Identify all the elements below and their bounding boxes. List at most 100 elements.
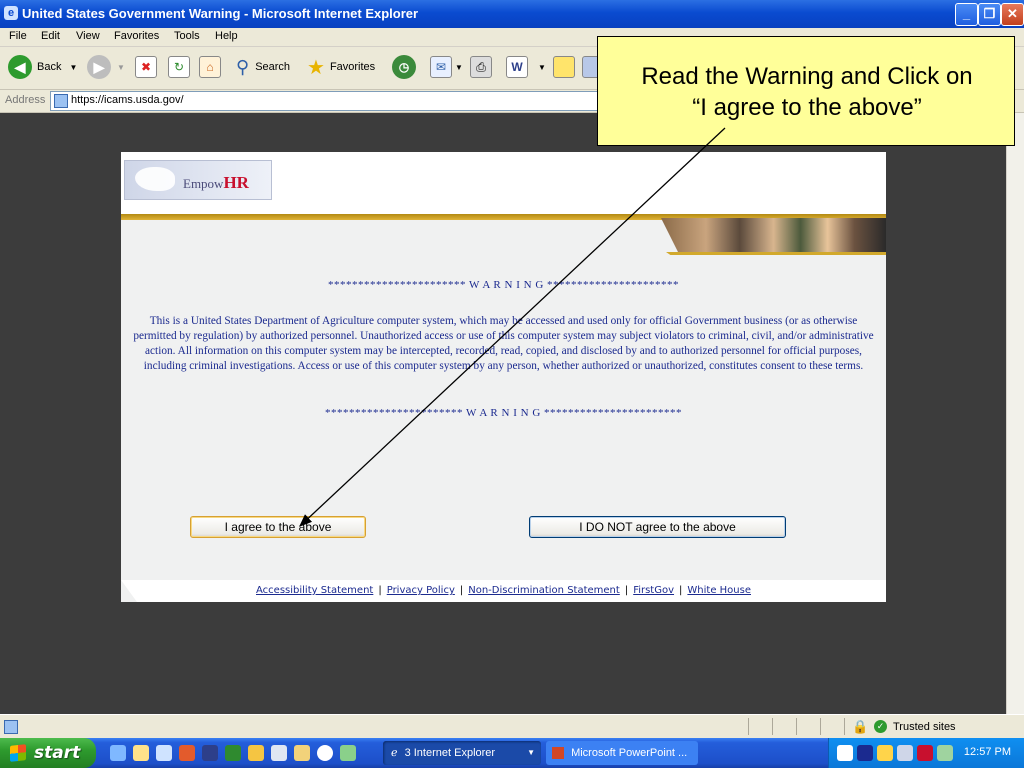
check-icon: ✓ bbox=[874, 720, 887, 733]
clock: 12:57 PM bbox=[963, 746, 1011, 758]
warning-page: EmpowHR *********************** W A R N … bbox=[121, 152, 886, 602]
photo-strip-underline bbox=[666, 252, 886, 255]
search-button[interactable]: ⚲ Search bbox=[236, 53, 290, 81]
discuss-button[interactable] bbox=[553, 53, 575, 81]
instruction-callout: Read the Warning and Click on “I agree t… bbox=[597, 36, 1015, 146]
page-status-icon bbox=[4, 720, 18, 734]
outlook-quicklaunch-icon[interactable] bbox=[179, 745, 195, 761]
chevron-down-icon: ▼ bbox=[117, 62, 125, 72]
powerpoint-icon bbox=[552, 747, 564, 760]
favorites-button[interactable]: ★ Favorites bbox=[307, 53, 375, 81]
window-title-bar: e United States Government Warning - Mic… bbox=[0, 0, 1024, 28]
search-label: Search bbox=[255, 61, 291, 73]
clock-quicklaunch-icon[interactable] bbox=[248, 745, 264, 761]
white-house-link[interactable]: White House bbox=[687, 585, 751, 596]
stop-icon: ✖ bbox=[135, 56, 157, 78]
restore-button[interactable]: ❐ bbox=[978, 3, 1001, 26]
menu-favorites[interactable]: Favorites bbox=[114, 30, 159, 42]
app-quicklaunch-icon[interactable] bbox=[340, 745, 356, 761]
window-title: United States Government Warning - Micro… bbox=[22, 6, 419, 21]
warning-heading-top: *********************** W A R N I N G **… bbox=[327, 279, 680, 291]
home-button[interactable]: ⌂ bbox=[199, 53, 221, 81]
disagree-button[interactable]: I DO NOT agree to the above bbox=[529, 516, 786, 538]
history-button[interactable]: ◷ bbox=[392, 53, 416, 81]
security-zone-text: Trusted sites bbox=[893, 721, 956, 733]
address-url: https://icams.usda.gov/ bbox=[71, 94, 184, 106]
favorites-label: Favorites bbox=[329, 61, 376, 73]
accessibility-link[interactable]: Accessibility Statement bbox=[256, 585, 373, 596]
menu-view[interactable]: View bbox=[76, 30, 100, 42]
firstgov-link[interactable]: FirstGov bbox=[633, 585, 674, 596]
refresh-icon: ↻ bbox=[168, 56, 190, 78]
tray-icon[interactable] bbox=[837, 745, 853, 761]
forward-button[interactable]: ▶ ▼ bbox=[87, 53, 125, 81]
page-icon bbox=[54, 94, 68, 108]
word-quicklaunch-icon[interactable] bbox=[133, 745, 149, 761]
tray-icon[interactable] bbox=[917, 745, 933, 761]
menu-file[interactable]: File bbox=[9, 30, 27, 42]
ie-task-icon: ℯ bbox=[391, 747, 398, 759]
windows-flag-icon bbox=[10, 744, 26, 762]
non-discrimination-link[interactable]: Non-Discrimination Statement bbox=[468, 585, 620, 596]
ie-icon: e bbox=[4, 6, 18, 20]
page-header: EmpowHR bbox=[121, 152, 886, 214]
browser-quicklaunch-icon[interactable] bbox=[156, 745, 172, 761]
back-button[interactable]: ◀ Back ▼ bbox=[8, 53, 77, 81]
media-quicklaunch-icon[interactable] bbox=[317, 745, 333, 761]
printer-icon: ⎙ bbox=[470, 56, 492, 78]
ie-quicklaunch-icon[interactable] bbox=[110, 745, 126, 761]
back-label: Back bbox=[37, 61, 62, 73]
privacy-link[interactable]: Privacy Policy bbox=[387, 585, 455, 596]
status-divider bbox=[772, 718, 773, 735]
mail-button[interactable]: ✉ ▼ bbox=[430, 53, 463, 81]
footer-links: Accessibility Statement | Privacy Policy | N… bbox=[121, 585, 886, 596]
vertical-scrollbar[interactable] bbox=[1006, 113, 1024, 714]
status-divider bbox=[748, 718, 749, 735]
tray-icon[interactable] bbox=[857, 745, 873, 761]
status-divider bbox=[820, 718, 821, 735]
refresh-button[interactable]: ↻ bbox=[168, 53, 190, 81]
word-doc-quicklaunch-icon[interactable] bbox=[202, 745, 218, 761]
ie-task-label: 3 Internet Explorer bbox=[404, 747, 496, 759]
system-tray: 12:57 PM bbox=[828, 738, 1024, 768]
address-input[interactable]: https://icams.usda.gov/ bbox=[50, 91, 612, 111]
warning-text: This is a United States Department of Ag… bbox=[133, 315, 874, 372]
status-divider bbox=[844, 718, 845, 735]
warning-heading-bottom: *********************** W A R N I N G **… bbox=[324, 407, 683, 419]
menu-help[interactable]: Help bbox=[215, 30, 238, 42]
word-icon: W bbox=[506, 56, 528, 78]
callout-line-2: “I agree to the above” bbox=[692, 94, 922, 121]
header-photo-strip bbox=[661, 218, 886, 254]
chevron-down-icon: ▼ bbox=[455, 62, 463, 72]
folder-quicklaunch-icon[interactable] bbox=[294, 745, 310, 761]
tray-icon[interactable] bbox=[937, 745, 953, 761]
address-label: Address bbox=[5, 94, 46, 106]
tray-icon[interactable] bbox=[897, 745, 913, 761]
tray-icon[interactable] bbox=[877, 745, 893, 761]
logo-text: EmpowHR bbox=[183, 173, 249, 192]
callout-text: Read the Warning and Click on “I agree t… bbox=[598, 61, 1016, 123]
excel-quicklaunch-icon[interactable] bbox=[225, 745, 241, 761]
minimize-button[interactable]: _ bbox=[955, 3, 978, 26]
star-icon: ★ bbox=[307, 56, 325, 79]
powerpoint-task-label: Microsoft PowerPoint ... bbox=[571, 747, 688, 759]
chevron-down-icon: ▼ bbox=[69, 62, 78, 72]
menu-edit[interactable]: Edit bbox=[41, 30, 60, 42]
edit-button[interactable]: W ▼ bbox=[506, 53, 546, 81]
close-button[interactable]: ✕ bbox=[1001, 3, 1024, 26]
document-quicklaunch-icon[interactable] bbox=[271, 745, 287, 761]
start-button[interactable]: start bbox=[0, 738, 96, 768]
stop-button[interactable]: ✖ bbox=[135, 53, 157, 81]
back-arrow-icon: ◀ bbox=[8, 55, 32, 79]
menu-tools[interactable]: Tools bbox=[174, 30, 200, 42]
taskbar-ie-group[interactable]: ℯ 3 Internet Explorer ▼ bbox=[383, 741, 541, 765]
history-icon: ◷ bbox=[392, 55, 416, 79]
page-footer: Accessibility Statement | Privacy Policy | N… bbox=[121, 580, 886, 602]
print-button[interactable]: ⎙ bbox=[470, 53, 492, 81]
agree-button[interactable]: I agree to the above bbox=[190, 516, 366, 538]
separator: | bbox=[378, 585, 382, 596]
separator: | bbox=[624, 585, 629, 596]
separator: | bbox=[679, 585, 683, 596]
taskbar-powerpoint[interactable]: Microsoft PowerPoint ... bbox=[546, 741, 698, 765]
status-bar: 🔒 ✓ Trusted sites bbox=[0, 714, 1024, 739]
